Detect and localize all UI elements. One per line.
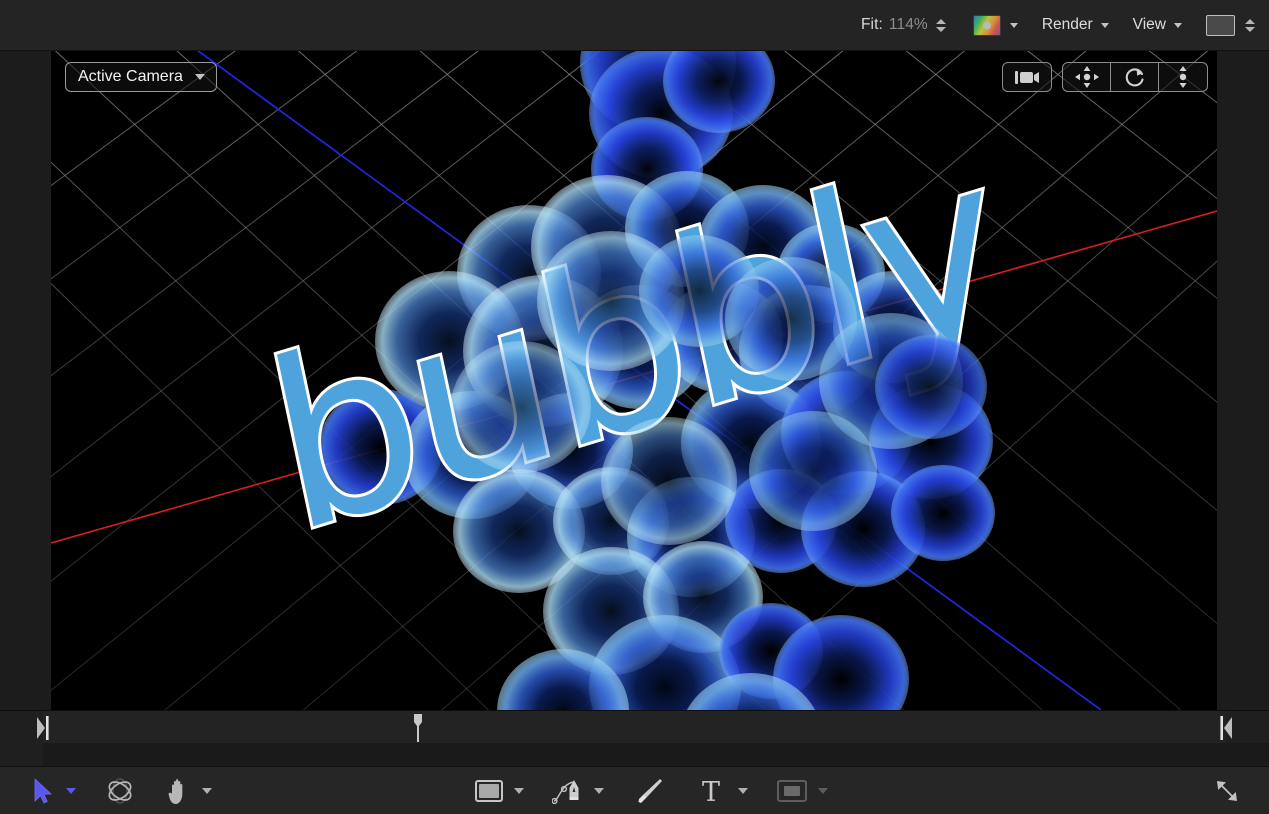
background-color-swatch-icon[interactable]: [1206, 14, 1235, 36]
chevron-down-icon[interactable]: [194, 74, 205, 80]
camera-navigation-group: [1062, 62, 1208, 92]
transform-3d-glyph: [108, 778, 132, 804]
camera-glyph: [1015, 70, 1039, 84]
view-menu[interactable]: View: [1133, 16, 1182, 34]
camera-tools-group: [1002, 62, 1208, 92]
pan-glyph: [1074, 66, 1099, 88]
select-tool-icon[interactable]: [26, 778, 60, 804]
updown-stepper-icon[interactable]: [936, 15, 947, 35]
orbit-glyph: [1125, 68, 1144, 87]
in-point-marker-icon[interactable]: [36, 715, 50, 741]
orbit-camera-icon[interactable]: [1111, 63, 1159, 91]
svg-text:T: T: [702, 777, 720, 805]
canvas-area: bubbly: [0, 51, 1269, 710]
background-color-control[interactable]: [1206, 14, 1255, 36]
scrubber-track[interactable]: [43, 711, 1226, 744]
top-toolbar: Fit: 114% Render View: [0, 0, 1269, 51]
view-menu-label: View: [1132, 16, 1166, 33]
active-camera-label: Active Camera: [78, 68, 183, 85]
zoom-fit-control[interactable]: Fit: 114%: [861, 15, 947, 35]
timeline-lower-strip: [0, 743, 1269, 766]
bubble-particles-foreground: [451, 231, 987, 710]
zoom-fit-value: 114%: [888, 16, 928, 33]
timeline-scrubber[interactable]: [0, 710, 1269, 744]
mask-tool-chevron-icon[interactable]: [812, 776, 834, 806]
mask-tool-icon[interactable]: [772, 780, 812, 802]
bottom-toolbar-right-group: [1209, 767, 1245, 814]
chevron-down-icon[interactable]: [1100, 22, 1109, 28]
paint-stroke-tool-icon[interactable]: [628, 776, 672, 806]
dolly-camera-icon[interactable]: [1159, 63, 1207, 91]
bezier-pen-glyph: [552, 780, 579, 805]
pan-camera-icon[interactable]: [1063, 63, 1111, 91]
bottom-toolbar: T: [0, 766, 1269, 814]
out-point-marker-icon[interactable]: [1219, 715, 1233, 741]
render-menu-label: Render: [1041, 16, 1093, 33]
paintbrush-glyph: [638, 779, 662, 803]
motion-canvas-window: Fit: 114% Render View Active Camera T: [0, 0, 1269, 814]
shape-tool-icon[interactable]: [470, 780, 508, 802]
in-point-glyph: [37, 716, 49, 740]
resize-canvas-icon[interactable]: [1209, 777, 1245, 805]
render-menu[interactable]: Render: [1042, 16, 1109, 34]
mask-glyph: [777, 780, 807, 802]
transform-3d-tool-icon[interactable]: [100, 776, 140, 806]
playhead-glyph: [414, 714, 422, 742]
camera-icon[interactable]: [1002, 62, 1052, 92]
playhead-icon[interactable]: [411, 713, 425, 743]
select-tool-chevron-icon[interactable]: [60, 776, 82, 806]
bezier-pen-tool-icon[interactable]: [548, 777, 588, 805]
chevron-down-icon[interactable]: [1009, 22, 1018, 28]
text-tool-icon[interactable]: T: [690, 777, 732, 805]
bubble-cluster-front: [451, 231, 987, 710]
out-point-glyph: [1220, 716, 1232, 740]
active-camera-selector[interactable]: Active Camera: [65, 62, 217, 92]
chevron-down-icon[interactable]: [1174, 22, 1182, 28]
color-swatch-control[interactable]: [972, 14, 1018, 36]
select-arrow-glyph: [34, 778, 52, 804]
bezier-pen-tool-chevron-icon[interactable]: [588, 776, 610, 806]
hand-glyph: [168, 779, 183, 804]
resize-diagonal-glyph: [1217, 781, 1237, 801]
dolly-glyph: [1179, 66, 1187, 88]
bottom-toolbar-left-group: [26, 767, 218, 814]
timeline-lower-cap: [0, 743, 43, 766]
hand-tool-icon[interactable]: [158, 777, 196, 805]
hand-tool-chevron-icon[interactable]: [196, 776, 218, 806]
3d-viewport[interactable]: bubbly: [51, 51, 1217, 710]
rectangle-glyph: [475, 780, 503, 802]
text-T-glyph: T: [702, 777, 720, 805]
bottom-toolbar-center-group: T: [470, 767, 834, 814]
zoom-fit-label: Fit:: [860, 16, 883, 33]
updown-stepper-icon[interactable]: [1244, 15, 1255, 35]
text-tool-chevron-icon[interactable]: [732, 776, 754, 806]
shape-tool-chevron-icon[interactable]: [508, 776, 530, 806]
color-wheel-swatch-icon[interactable]: [972, 14, 1001, 36]
